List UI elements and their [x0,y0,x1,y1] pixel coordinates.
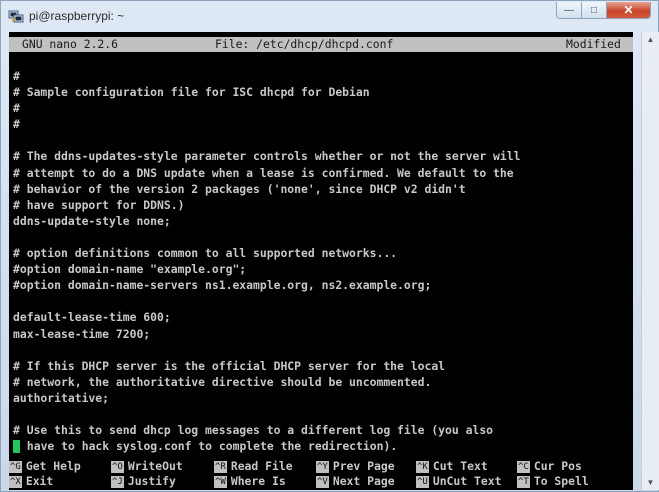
shortcut-key: ^V [316,475,329,488]
shortcut-key: ^G [9,460,22,473]
editor-line: # network, the authoritative directive s… [13,374,432,389]
editor-line: #option domain-name "example.org"; [13,262,247,277]
window-controls: — □ ✕ [556,2,651,19]
editor-line: # If this DHCP server is the official DH… [13,358,446,373]
shortcut-label: UnCut Text [432,474,502,488]
putty-terminal-icon[interactable] [8,8,24,24]
shortcut-row: ^G Get Help ^O WriteOut ^R Read File ^Y Prev… [9,459,633,474]
shortcut-key: ^U [416,475,429,488]
shortcut-cut-text[interactable]: ^K Cut Text [416,459,488,474]
maximize-icon: □ [590,4,598,16]
editor-line: # [13,69,20,83]
shortcut-where-is[interactable]: ^W Where Is [214,474,286,489]
scroll-up-arrow-icon[interactable]: ▲ [642,32,659,47]
nano-version: GNU nano 2.2.6 [22,37,119,51]
shortcut-row: ^X Exit ^J Justify ^W Where Is ^V Next Page … [9,474,633,489]
vertical-scrollbar[interactable]: ▲ ▼ [641,32,659,490]
shortcut-prev-page[interactable]: ^Y Prev Page [316,459,395,474]
shortcut-uncut-text[interactable]: ^U UnCut Text [416,474,501,489]
minimize-icon: — [564,4,574,16]
editor-line: max-lease-time 7200; [13,326,151,341]
title-bar[interactable]: pi@raspberrypi: ~ — □ ✕ [1,1,658,31]
shortcut-label: WriteOut [127,459,183,473]
shortcut-key: ^X [9,475,22,488]
shortcut-cur-pos[interactable]: ^C Cur Pos [517,459,582,474]
nano-header-bar: GNU nano 2.2.6 File: /etc/dhcp/dhcpd.con… [9,37,633,52]
shortcut-justify[interactable]: ^J Justify [111,474,176,489]
shortcut-key: ^C [517,460,530,473]
close-icon: ✕ [623,3,634,17]
shortcut-label: Read File [230,459,293,473]
shortcut-key: ^T [517,475,530,488]
editor-line: #option domain-name-servers ns1.example.… [13,278,432,293]
terminal-area[interactable]: GNU nano 2.2.6 File: /etc/dhcp/dhcpd.con… [9,32,633,490]
shortcut-label: Prev Page [332,459,395,473]
terminal-window: pi@raspberrypi: ~ — □ ✕ GNU nano 2.2.6 F… [0,0,659,492]
editor-line: # [13,101,20,116]
nano-file-name: File: /etc/dhcp/dhcpd.conf [215,37,394,51]
shortcut-key: ^J [111,475,124,488]
shortcut-next-page[interactable]: ^V Next Page [316,474,395,489]
editor-line: # Sample configuration file for ISC dhcp… [13,85,370,100]
editor-line: # option definitions common to all suppo… [13,246,398,261]
shortcut-label: Cur Pos [533,459,582,473]
shortcut-label: Justify [127,474,176,488]
editor-line: default-lease-time 600; [13,310,171,325]
editor-line: ddns-update-style none; [13,213,171,228]
editor-line: # have support for DDNS.) [13,197,185,212]
cursor-line-text: have to hack syslog.conf to complete the… [20,439,398,454]
shortcut-label: To Spell [533,474,589,488]
close-button[interactable]: ✕ [607,2,651,19]
shortcut-get-help[interactable]: ^G Get Help [9,459,81,474]
editor-text-area[interactable]: # # Sample configuration file for ISC dh… [13,68,631,454]
shortcut-key: ^Y [316,460,329,473]
window-title: pi@raspberrypi: ~ [29,9,125,23]
scroll-down-arrow-icon[interactable]: ▼ [642,475,659,490]
shortcut-label: Where Is [230,474,286,488]
shortcut-key: ^K [416,460,429,473]
minimize-button[interactable]: — [556,2,582,19]
shortcut-key: ^R [214,460,227,473]
shortcut-label: Next Page [332,474,395,488]
editor-line: # Use this to send dhcp log messages to … [13,423,494,438]
editor-line: # The ddns-updates-style parameter contr… [13,149,521,164]
shortcut-label: Exit [25,474,54,488]
editor-line: # behavior of the version 2 packages ('n… [13,181,466,196]
editor-line: authoritative; [13,390,110,405]
nano-modified-status: Modified [566,37,621,51]
editor-cursor-line: have to hack syslog.conf to complete the… [13,438,631,454]
editor-line: # attempt to do a DNS update when a leas… [13,165,514,180]
maximize-button[interactable]: □ [582,2,607,19]
shortcut-to-spell[interactable]: ^T To Spell [517,474,589,489]
shortcut-writeout[interactable]: ^O WriteOut [111,459,183,474]
text-cursor [13,440,20,454]
shortcut-exit[interactable]: ^X Exit [9,474,53,489]
shortcut-label: Cut Text [432,459,488,473]
shortcut-read-file[interactable]: ^R Read File [214,459,293,474]
nano-shortcut-bar: ^G Get Help ^O WriteOut ^R Read File ^Y Prev… [9,459,633,489]
shortcut-key: ^O [111,460,124,473]
shortcut-key: ^W [214,475,227,488]
shortcut-label: Get Help [25,459,81,473]
editor-line: # [13,117,20,132]
